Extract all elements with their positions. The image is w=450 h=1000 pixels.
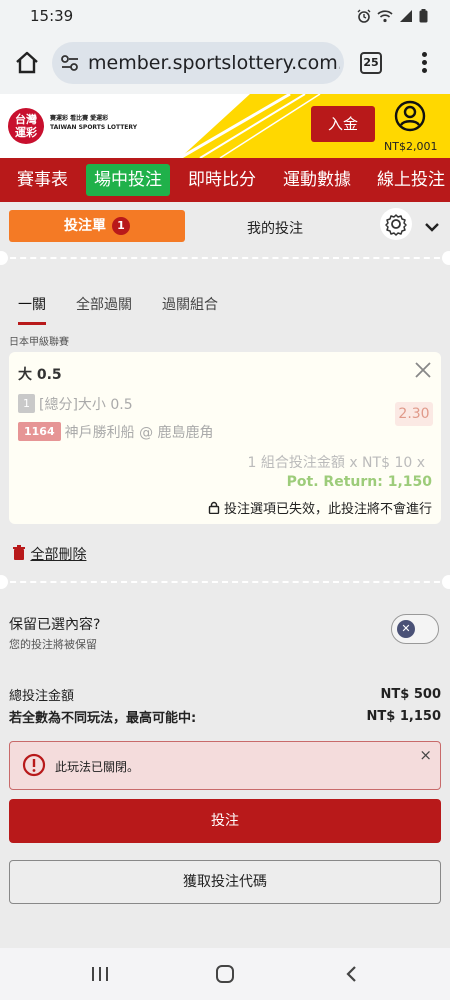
get-bet-code-button[interactable]: 獲取投注代碼 bbox=[9, 860, 441, 904]
bet-title: 大 0.5 bbox=[18, 367, 62, 383]
status-bar: 15:39 bbox=[0, 0, 450, 32]
browser-toolbar: member.sportslottery.com.tw 25 bbox=[0, 32, 450, 94]
recent-apps-icon[interactable] bbox=[90, 964, 110, 984]
signal-icon bbox=[399, 8, 413, 27]
delete-all-label: 全部刪除 bbox=[30, 547, 87, 563]
selection-text: [總分]大小 0.5 bbox=[39, 397, 133, 413]
alert-close-icon[interactable]: × bbox=[419, 746, 432, 764]
tab-parlay-combo[interactable]: 過關組合 bbox=[162, 294, 218, 325]
tab-switcher-button[interactable]: 25 bbox=[360, 52, 382, 74]
keep-selection-subtitle: 您的投注將被保留 bbox=[9, 638, 97, 651]
main-nav: 賽事表 場中投注 即時比分 運動數據 線上投注 bbox=[0, 158, 450, 202]
chevron-down-icon[interactable] bbox=[424, 218, 440, 232]
alarm-icon bbox=[357, 8, 371, 27]
alert-message: 此玩法已關閉。 bbox=[55, 760, 140, 774]
tab-my-bets[interactable]: 我的投注 bbox=[230, 218, 320, 238]
site-logo[interactable]: 台灣 運彩 bbox=[8, 108, 44, 144]
max-return-row: 若全數為不同玩法，最高可能中: NT$ 1,150 bbox=[9, 705, 441, 727]
nav-item-live-betting[interactable]: 場中投注 bbox=[86, 164, 170, 196]
divider bbox=[0, 257, 450, 259]
home-icon[interactable] bbox=[12, 48, 42, 78]
odds-value: 2.30 bbox=[395, 402, 433, 426]
bet-selection: 1 [總分]大小 0.5 bbox=[18, 394, 133, 414]
potential-return: Pot. Return: 1,150 bbox=[286, 474, 432, 490]
event-id-badge: 1164 bbox=[18, 422, 61, 441]
event-name: 神戶勝利船 @ 鹿島鹿角 bbox=[64, 425, 214, 441]
logo-bottom-text: 運彩 bbox=[15, 126, 37, 139]
total-stake-label: 總投注金額 bbox=[9, 688, 75, 704]
back-icon[interactable] bbox=[342, 964, 362, 984]
wifi-icon bbox=[377, 8, 393, 27]
delete-all-button[interactable]: 全部刪除 bbox=[12, 544, 86, 564]
error-alert: 此玩法已關閉。 × bbox=[9, 741, 441, 790]
nav-item-sports-data[interactable]: 運動數據 bbox=[275, 164, 359, 196]
account-balance: NT$2,001 bbox=[384, 140, 438, 153]
betslip-label: 投注單 bbox=[64, 218, 106, 234]
bet-card: 大 0.5 1 [總分]大小 0.5 2.30 1164 神戶勝利船 @ 鹿島鹿角 … bbox=[9, 352, 441, 524]
close-icon[interactable] bbox=[414, 361, 432, 379]
divider bbox=[0, 581, 450, 583]
total-stake-row: 總投注金額 NT$ 500 bbox=[9, 683, 441, 705]
logo-top-text: 台灣 bbox=[15, 113, 37, 126]
logo-tagline-en: TAIWAN SPORTS LOTTERY bbox=[50, 124, 138, 131]
lock-icon bbox=[208, 501, 224, 517]
tab-single[interactable]: 一關 bbox=[18, 294, 46, 325]
total-stake-value: NT$ 500 bbox=[380, 686, 441, 702]
site-settings-icon[interactable] bbox=[60, 54, 80, 72]
browser-menu-icon[interactable] bbox=[414, 50, 434, 76]
nav-item-online-betting[interactable]: 線上投注 bbox=[369, 164, 450, 196]
logo-tagline: 賽運彩 看比賽 愛運彩 TAIWAN SPORTS LOTTERY bbox=[50, 114, 137, 132]
status-time: 15:39 bbox=[30, 7, 74, 25]
trash-icon bbox=[12, 545, 30, 563]
logo-tagline-zh: 賽運彩 看比賽 愛運彩 bbox=[50, 115, 109, 122]
keep-selection-toggle[interactable]: ✕ bbox=[391, 614, 439, 644]
bet-type-tabs: 一關 全部過關 過關組合 bbox=[18, 294, 218, 325]
tab-betslip[interactable]: 投注單 1 bbox=[9, 210, 185, 242]
divider-notch bbox=[0, 251, 8, 265]
divider-notch bbox=[0, 575, 8, 589]
max-return-label: 若全數為不同玩法，最高可能中: bbox=[9, 710, 197, 726]
bet-invalid-notice: 投注選項已失效，此投注將不會進行 bbox=[208, 498, 432, 517]
place-bet-button[interactable]: 投注 bbox=[9, 799, 441, 843]
keep-selection-title: 保留已選內容? bbox=[9, 617, 101, 633]
toggle-off-icon: ✕ bbox=[397, 620, 415, 638]
home-button-icon[interactable] bbox=[215, 964, 235, 984]
selection-number-badge: 1 bbox=[18, 394, 35, 413]
invalid-text: 投注選項已失效，此投注將不會進行 bbox=[223, 502, 432, 517]
settings-gear-icon[interactable] bbox=[380, 208, 412, 240]
nav-item-schedule[interactable]: 賽事表 bbox=[9, 164, 76, 196]
address-bar[interactable]: member.sportslottery.com.tw bbox=[52, 42, 344, 84]
tab-all-parlay[interactable]: 全部過關 bbox=[76, 294, 132, 325]
totals: 總投注金額 NT$ 500 若全數為不同玩法，最高可能中: NT$ 1,150 bbox=[9, 683, 441, 727]
max-return-value: NT$ 1,150 bbox=[366, 708, 441, 724]
error-icon bbox=[22, 753, 46, 777]
divider-notch bbox=[442, 251, 450, 265]
combo-amount: 1 組合投注金額 x NT$ 10 x bbox=[247, 455, 425, 471]
site-header: 台灣 運彩 賽運彩 看比賽 愛運彩 TAIWAN SPORTS LOTTERY … bbox=[0, 94, 450, 158]
status-icons bbox=[357, 8, 428, 27]
system-nav-bar bbox=[0, 948, 450, 1000]
divider-notch bbox=[442, 575, 450, 589]
user-account-icon[interactable] bbox=[394, 100, 426, 132]
bet-event: 1164 神戶勝利船 @ 鹿島鹿角 bbox=[18, 422, 214, 442]
url-text: member.sportslottery.com.tw bbox=[88, 52, 340, 74]
betslip-count-badge: 1 bbox=[112, 217, 130, 235]
battery-icon bbox=[419, 8, 428, 27]
deposit-button[interactable]: 入金 bbox=[311, 106, 375, 142]
league-name: 日本甲級聯賽 bbox=[9, 337, 69, 348]
nav-item-live-scores[interactable]: 即時比分 bbox=[180, 164, 264, 196]
